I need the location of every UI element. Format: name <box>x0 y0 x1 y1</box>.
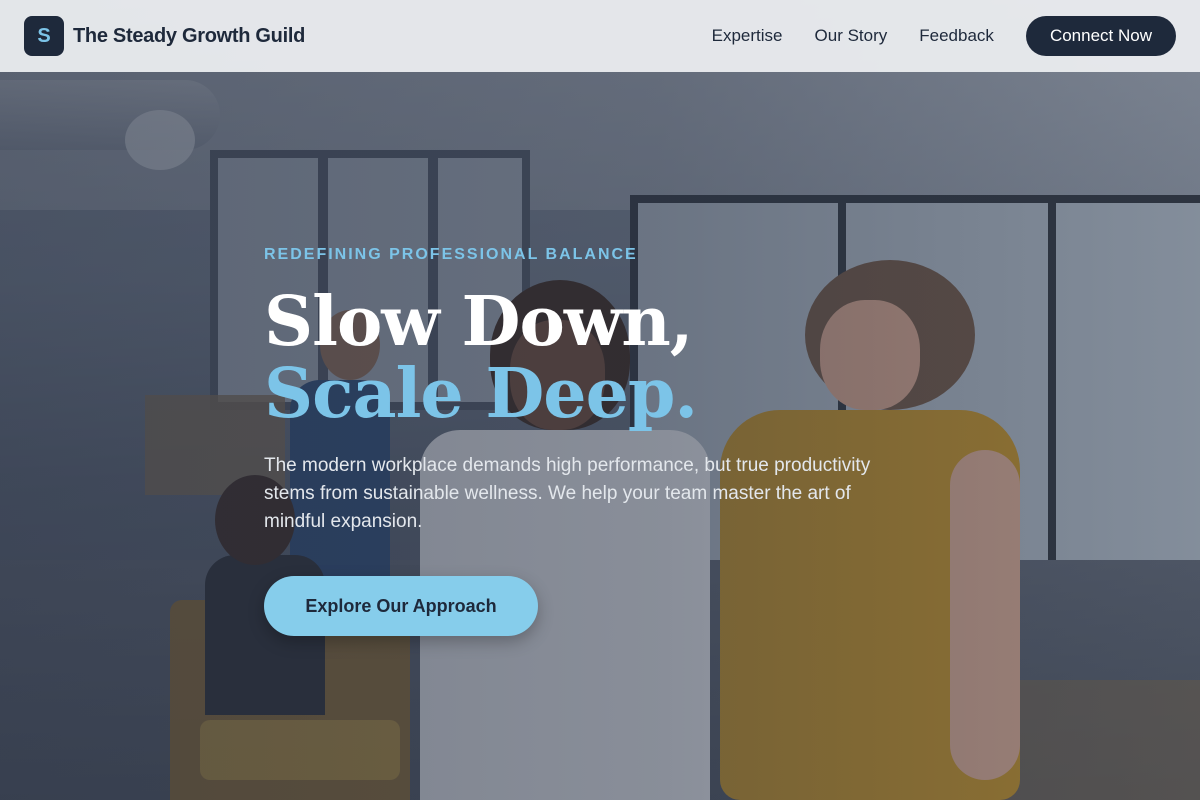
nav-link-feedback[interactable]: Feedback <box>919 26 994 46</box>
brand-logo[interactable]: S The Steady Growth Guild <box>24 16 305 56</box>
nav-link-expertise[interactable]: Expertise <box>712 26 783 46</box>
nav-link-our-story[interactable]: Our Story <box>815 26 888 46</box>
logo-mark: S <box>24 16 64 56</box>
hero-eyebrow: REDEFINING PROFESSIONAL BALANCE <box>264 246 638 263</box>
main-nav: Expertise Our Story Feedback Connect Now <box>712 16 1176 56</box>
brand-name: The Steady Growth Guild <box>73 24 306 47</box>
explore-approach-button[interactable]: Explore Our Approach <box>264 576 538 636</box>
connect-now-button[interactable]: Connect Now <box>1025 16 1176 56</box>
headline-line-1: Slow Down, <box>264 282 693 362</box>
hero-section: REDEFINING PROFESSIONAL BALANCE Slow Dow… <box>264 246 904 636</box>
site-header: S The Steady Growth Guild Expertise Our … <box>0 0 1200 72</box>
headline-line-2: Scale Deep. <box>264 354 698 434</box>
hero-subtext: The modern workplace demands high perfor… <box>264 455 871 532</box>
hero-headline: Slow Down, Scale Deep. <box>264 286 904 430</box>
